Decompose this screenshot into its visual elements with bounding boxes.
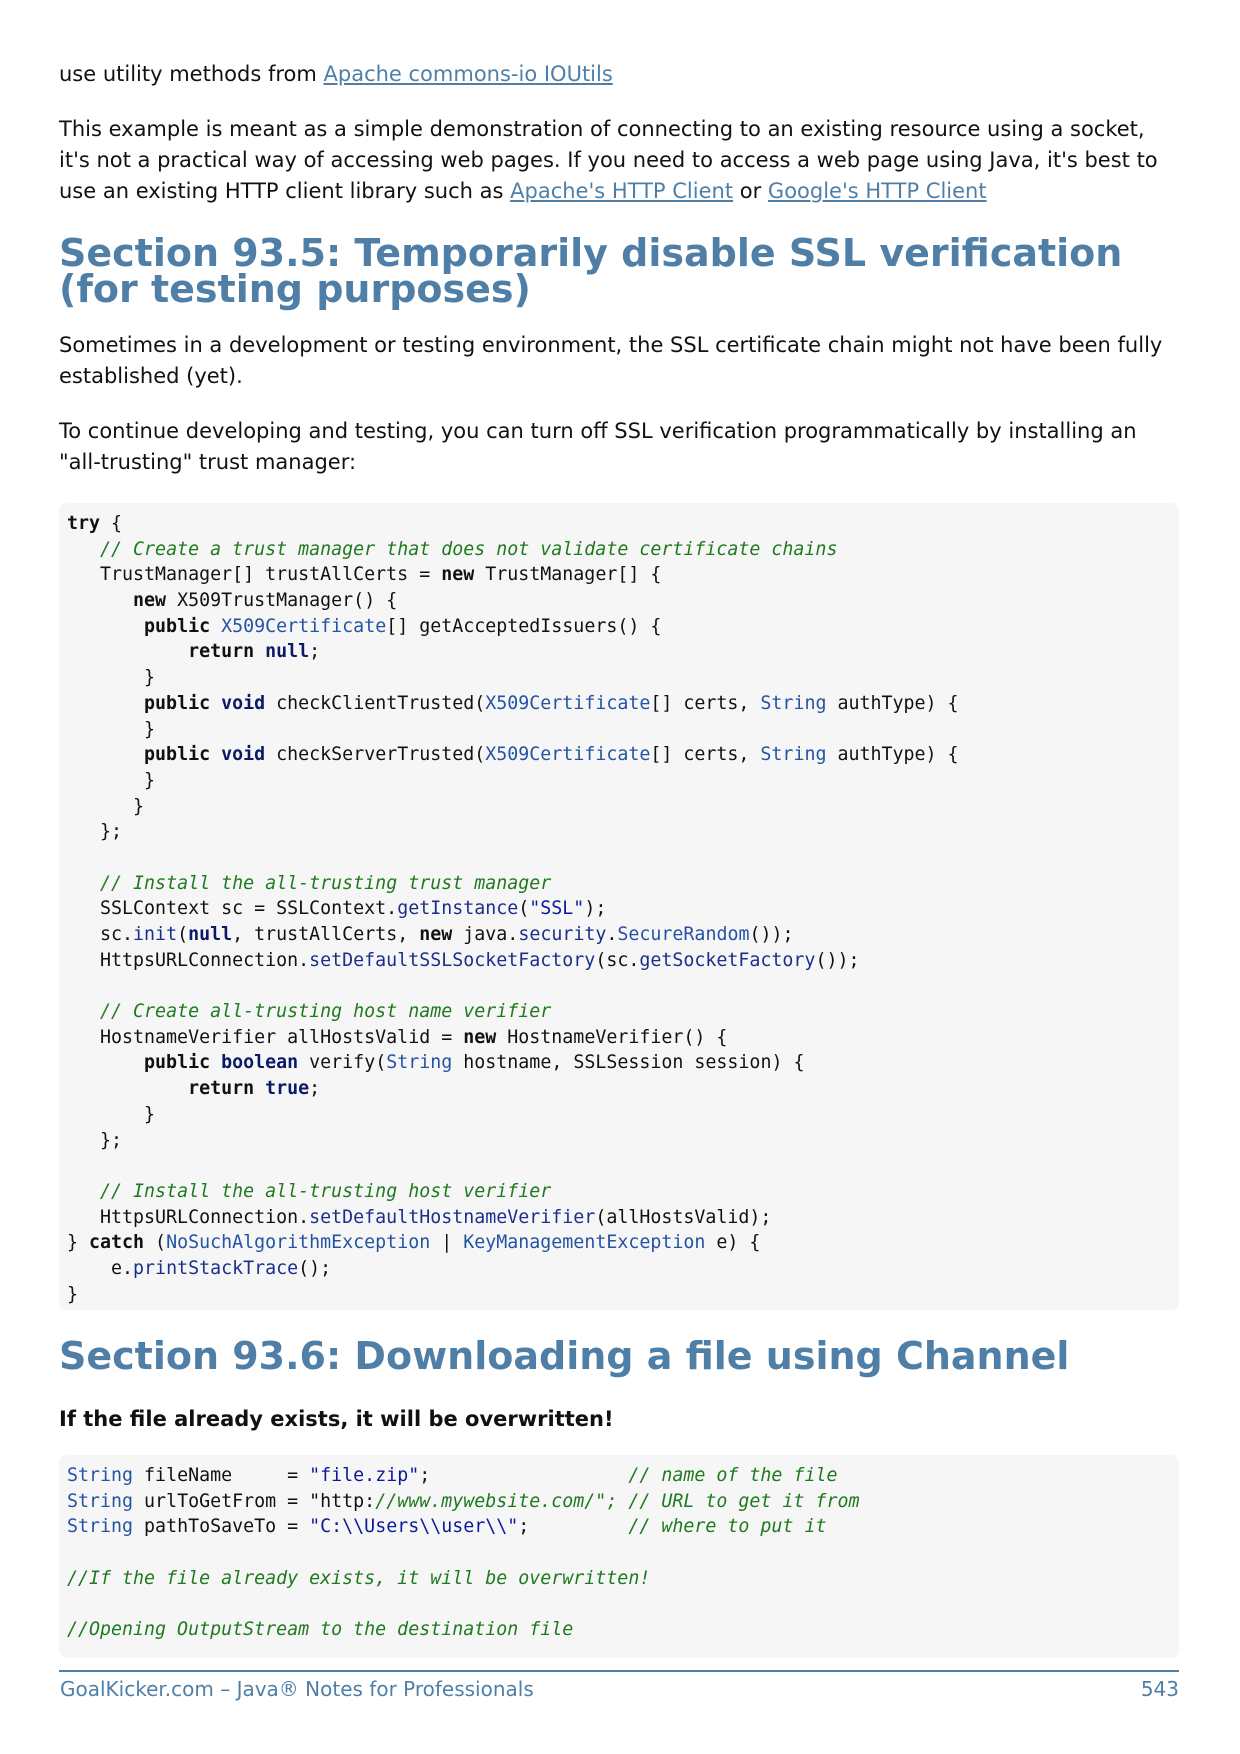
footer-divider — [59, 1670, 1179, 1672]
code-line: }; — [67, 821, 123, 843]
intro-paragraph: This example is meant as a simple demons… — [59, 114, 1179, 207]
code-line: return true; — [188, 1078, 321, 1100]
overwrite-warning: If the file already exists, it will be o… — [59, 1407, 614, 1431]
apache-commons-io-link[interactable]: Apache commons-io IOUtils — [324, 62, 613, 86]
footer-title: GoalKicker.com – Java® Notes for Profess… — [60, 1677, 534, 1701]
code-line: //Opening OutputStream to the destinatio… — [67, 1619, 574, 1641]
section-93-5-paragraph-1: Sometimes in a development or testing en… — [59, 333, 1163, 388]
code-line: } — [67, 1103, 156, 1125]
code-block-download: String fileName = "file.zip"; // name of… — [59, 1455, 1179, 1658]
code-line: // Install the all-trusting host verifie… — [100, 1180, 552, 1202]
section-93-5-paragraph-2: To continue developing and testing, you … — [59, 419, 1137, 474]
section-93-6-heading: Section 93.6: Downloading a file using C… — [59, 1334, 1070, 1378]
code-line: // Create a trust manager that does not … — [100, 538, 838, 560]
code-line: } — [67, 1283, 79, 1305]
code-line: // Create all-trusting host name verifie… — [100, 1001, 552, 1023]
code-line: public void checkServerTrusted(X509Certi… — [144, 744, 959, 766]
code-line: String urlToGetFrom = "http://www.mywebs… — [67, 1490, 860, 1512]
code-line: e.printStackTrace(); — [67, 1257, 332, 1279]
code-line: new X509TrustManager() { — [133, 590, 398, 612]
code-line: String fileName = "file.zip"; // name of… — [67, 1465, 838, 1486]
page-number: 543 — [1140, 1677, 1179, 1701]
code-block-ssl: try { // Create a trust manager that doe… — [59, 503, 1179, 1310]
code-line: HttpsURLConnection.setDefaultHostnameVer… — [67, 1206, 772, 1228]
code-line: return null; — [188, 641, 321, 663]
code-line: HttpsURLConnection.setDefaultSSLSocketFa… — [67, 949, 860, 971]
code-line: HostnameVerifier allHostsValid = new Hos… — [67, 1026, 728, 1048]
code-line: } — [67, 718, 156, 740]
code-line: }; — [67, 1129, 123, 1151]
code-line: sc.init(null, trustAllCerts, new java.se… — [67, 924, 794, 945]
section-93-5-heading: Section 93.5: Temporarily disable SSL ve… — [59, 231, 1123, 311]
intro-line: use utility methods from Apache commons-… — [59, 59, 613, 90]
google-http-client-link[interactable]: Google's HTTP Client — [768, 179, 987, 203]
code-line: } catch (NoSuchAlgorithmException | KeyM… — [67, 1232, 761, 1254]
apache-http-client-link[interactable]: Apache's HTTP Client — [510, 179, 733, 203]
code-line: public void checkClientTrusted(X509Certi… — [144, 692, 959, 714]
code-line: // Install the all-trusting trust manage… — [100, 872, 552, 894]
code-line: try { — [67, 513, 123, 534]
code-line: } — [67, 795, 145, 817]
code-line: } — [67, 769, 156, 791]
code-line: //If the file already exists, it will be… — [67, 1567, 651, 1589]
code-line: TrustManager[] trustAllCerts = new Trust… — [67, 564, 662, 586]
code-line: SSLContext sc = SSLContext.getInstance("… — [67, 898, 607, 920]
code-line: public boolean verify(String hostname, S… — [144, 1052, 805, 1074]
code-line: public X509Certificate[] getAcceptedIssu… — [144, 615, 662, 637]
intro-text: use utility methods from — [59, 62, 324, 86]
or-text: or — [733, 179, 768, 203]
code-line: } — [67, 667, 156, 689]
code-line: String pathToSaveTo = "C:\\Users\\user\\… — [67, 1516, 827, 1538]
